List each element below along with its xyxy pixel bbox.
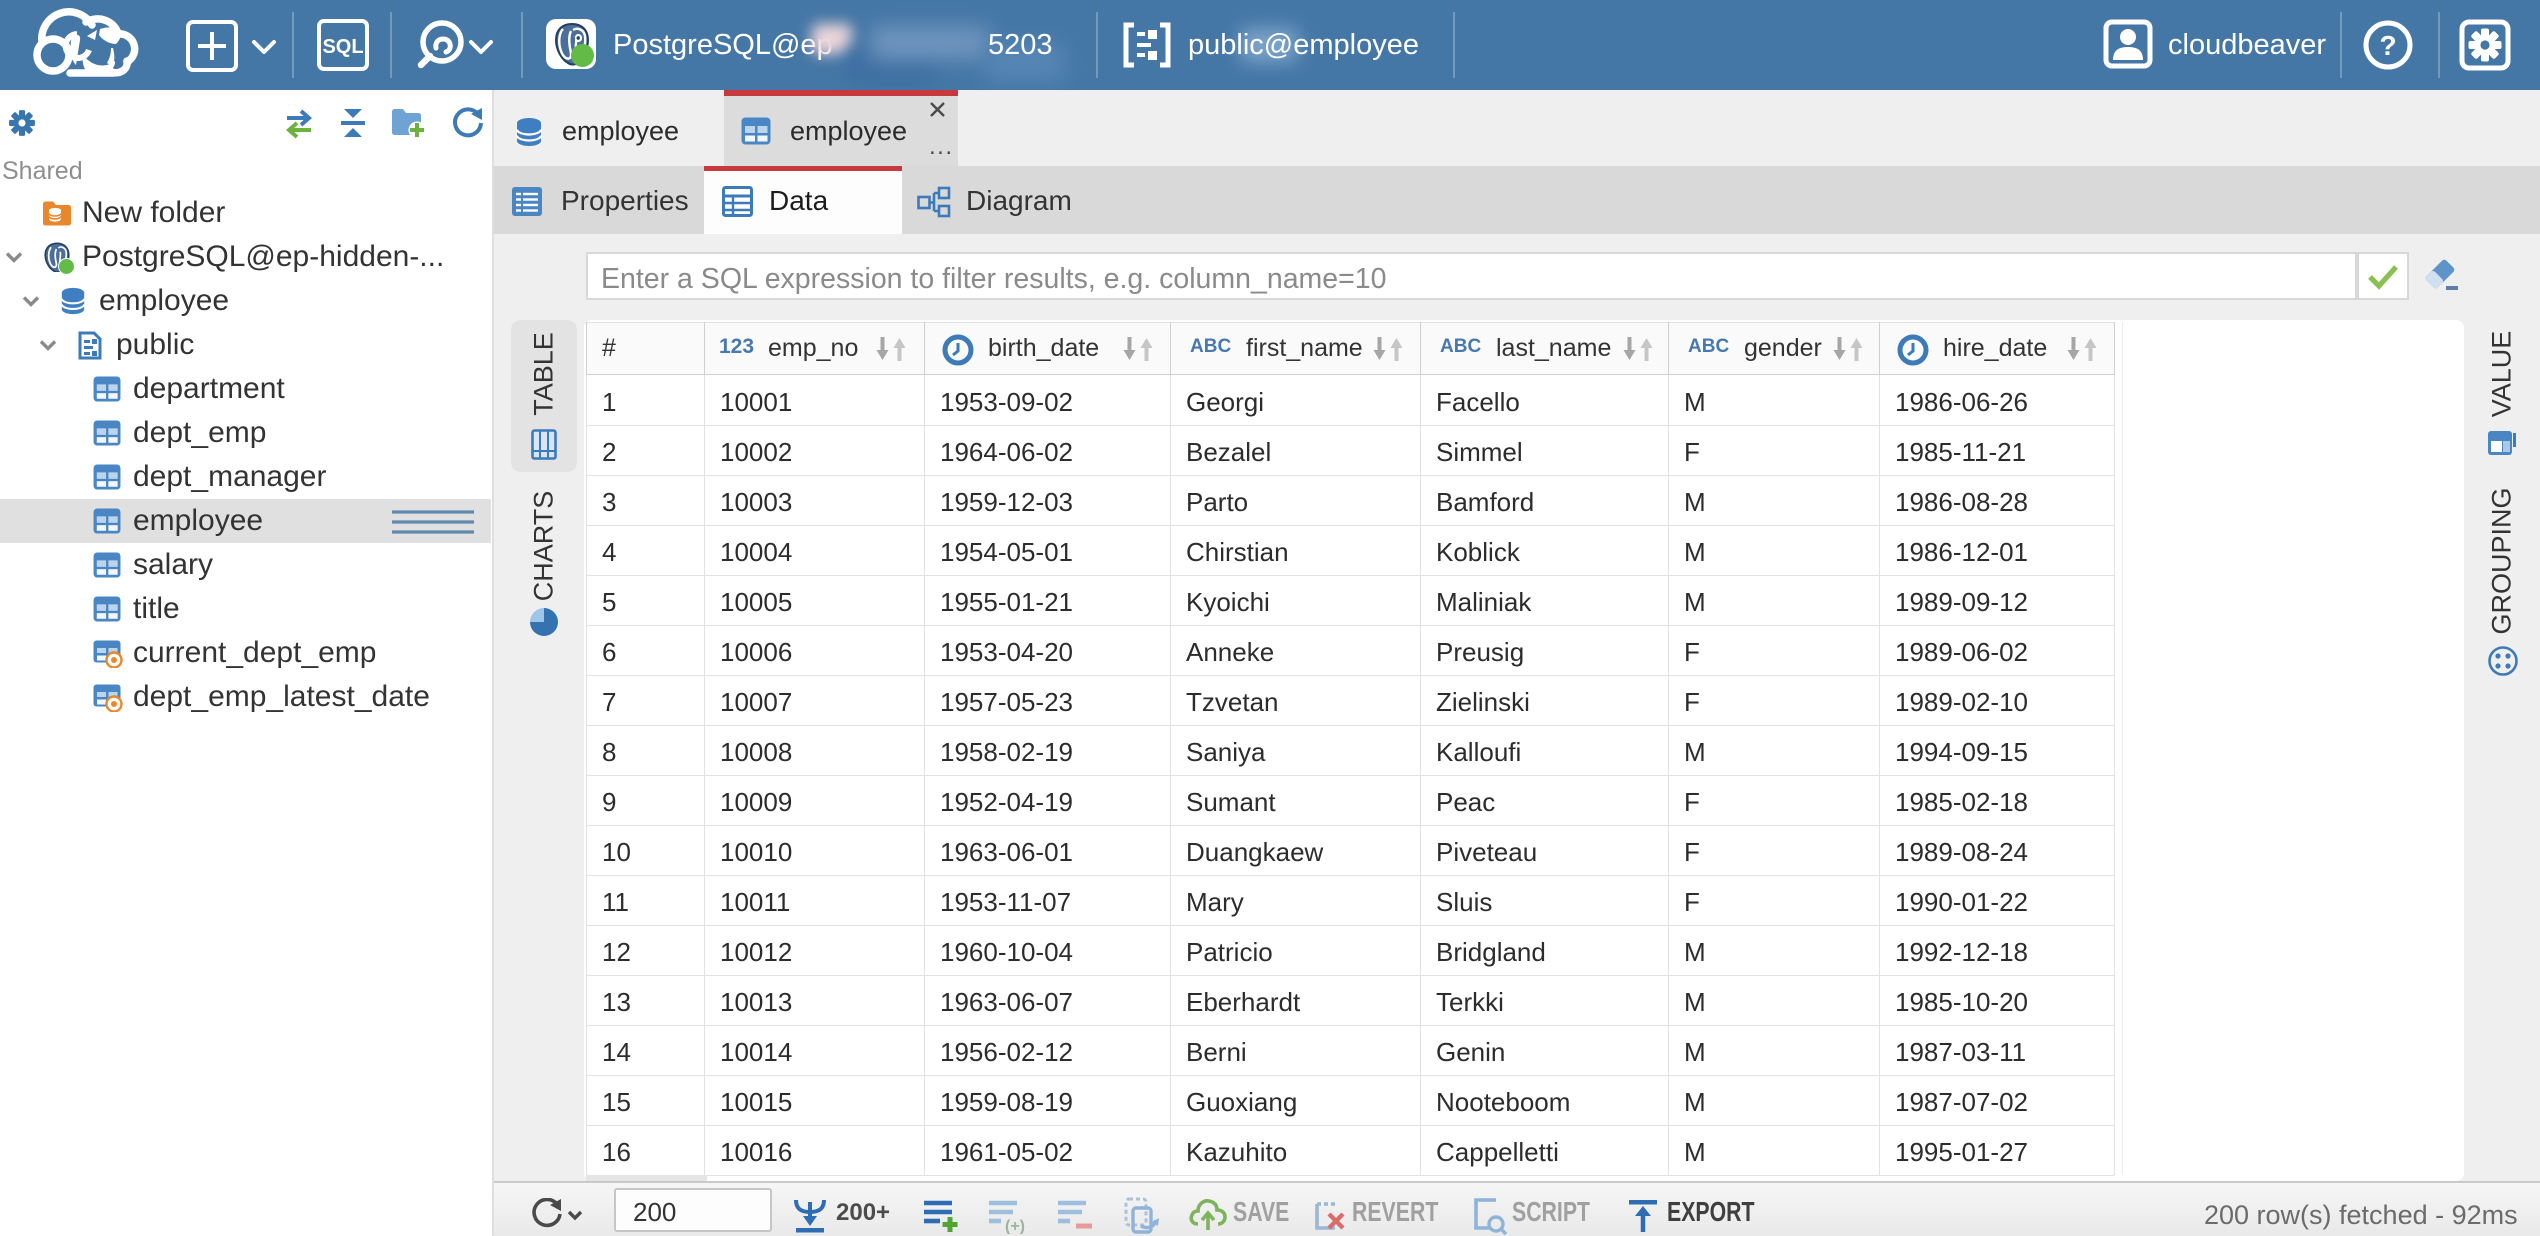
- svg-text:?: ?: [2379, 30, 2396, 61]
- svg-text:(+): (+): [1005, 1218, 1025, 1234]
- svg-text:SQL: SQL: [322, 36, 363, 58]
